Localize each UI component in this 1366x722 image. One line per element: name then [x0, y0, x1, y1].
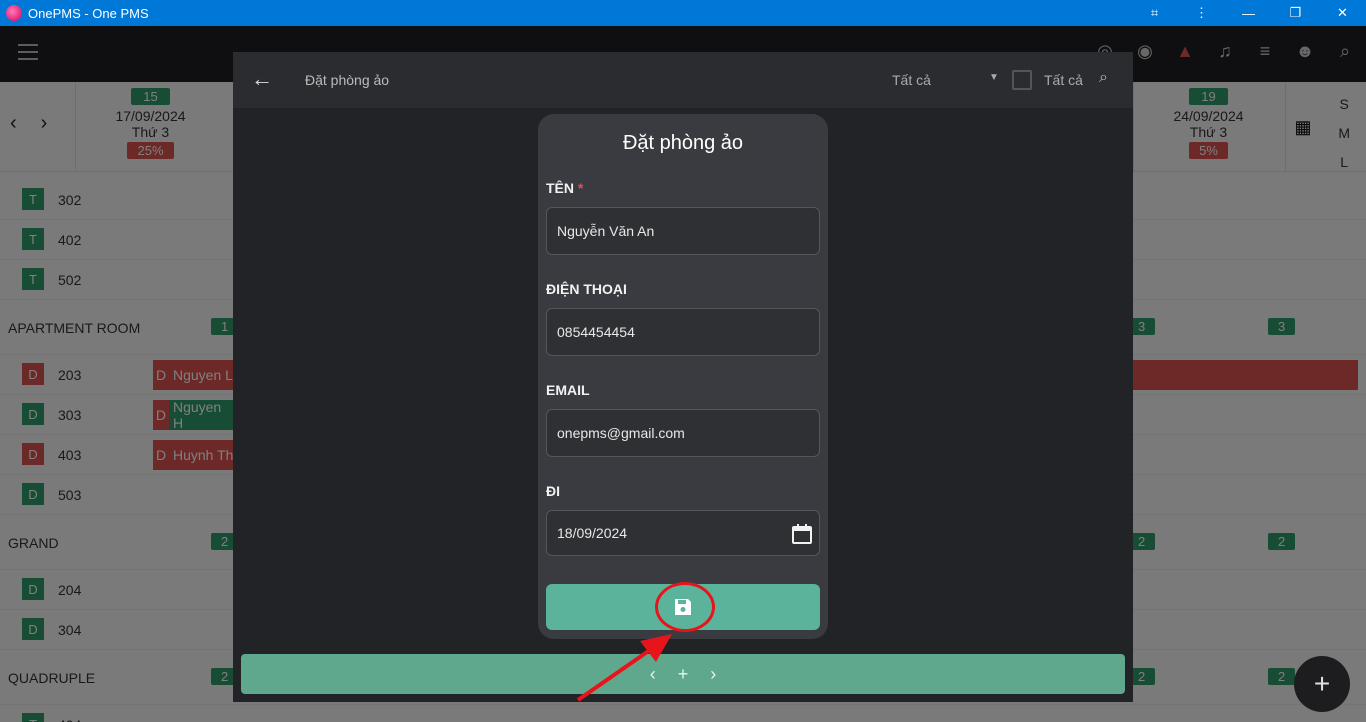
status-filter[interactable]: Tất cả	[892, 72, 931, 88]
add-icon[interactable]: +	[678, 664, 689, 685]
dropdown-caret-icon[interactable]: ▼	[989, 72, 999, 83]
dialog-title: Đặt phòng ảo	[622, 132, 744, 154]
phone-label: ĐIỆN THOẠI	[546, 281, 627, 297]
more-vert-icon[interactable]: ⋮	[1178, 0, 1225, 26]
panel-title: Đặt phòng ảo	[305, 72, 390, 88]
date-filter[interactable]: Tất cả	[1044, 72, 1083, 88]
next-page-icon[interactable]: ›	[710, 664, 716, 685]
phone-field[interactable]: 0854454454	[546, 308, 820, 356]
virtual-booking-dialog: Đặt phòng ảo TÊN * Nguyễn Văn An ĐIỆN TH…	[538, 114, 828, 639]
close-button[interactable]: ✕	[1319, 0, 1366, 26]
name-label: TÊN *	[546, 180, 583, 196]
window-title: OnePMS - One PMS	[28, 5, 149, 21]
calendar-icon[interactable]	[1012, 70, 1032, 90]
prev-page-icon[interactable]: ‹	[650, 664, 656, 685]
email-value: onepms@gmail.com	[557, 425, 685, 441]
email-label: EMAIL	[546, 382, 590, 398]
phone-value: 0854454454	[557, 324, 635, 340]
search-icon[interactable]: ⌕	[1099, 69, 1108, 87]
panel-header: ← Đặt phòng ảo Tất cả ▼ Tất cả ⌕	[233, 52, 1133, 108]
depart-date-field[interactable]: 18/09/2024	[546, 510, 820, 556]
name-field[interactable]: Nguyễn Văn An	[546, 207, 820, 255]
calendar-icon[interactable]	[791, 523, 813, 545]
depart-label: ĐI	[546, 483, 560, 499]
panel-footer-bar: ‹ + ›	[241, 654, 1125, 694]
app-logo-icon	[6, 5, 22, 21]
back-arrow-icon[interactable]: ←	[251, 66, 273, 92]
email-field[interactable]: onepms@gmail.com	[546, 409, 820, 457]
translate-icon[interactable]: ⌗	[1131, 0, 1178, 26]
highlight-circle	[655, 582, 715, 632]
name-label-text: TÊN	[546, 180, 574, 196]
depart-value: 18/09/2024	[557, 525, 628, 541]
window-title-bar: OnePMS - One PMS ⌗ ⋮ — ❐ ✕	[0, 0, 1366, 26]
window-controls: ⌗ ⋮ — ❐ ✕	[1131, 0, 1366, 26]
required-mark: *	[577, 180, 584, 196]
minimize-button[interactable]: —	[1225, 0, 1272, 26]
name-value: Nguyễn Văn An	[557, 223, 655, 239]
restore-button[interactable]: ❐	[1272, 0, 1319, 26]
add-fab-button[interactable]: +	[1294, 656, 1350, 712]
